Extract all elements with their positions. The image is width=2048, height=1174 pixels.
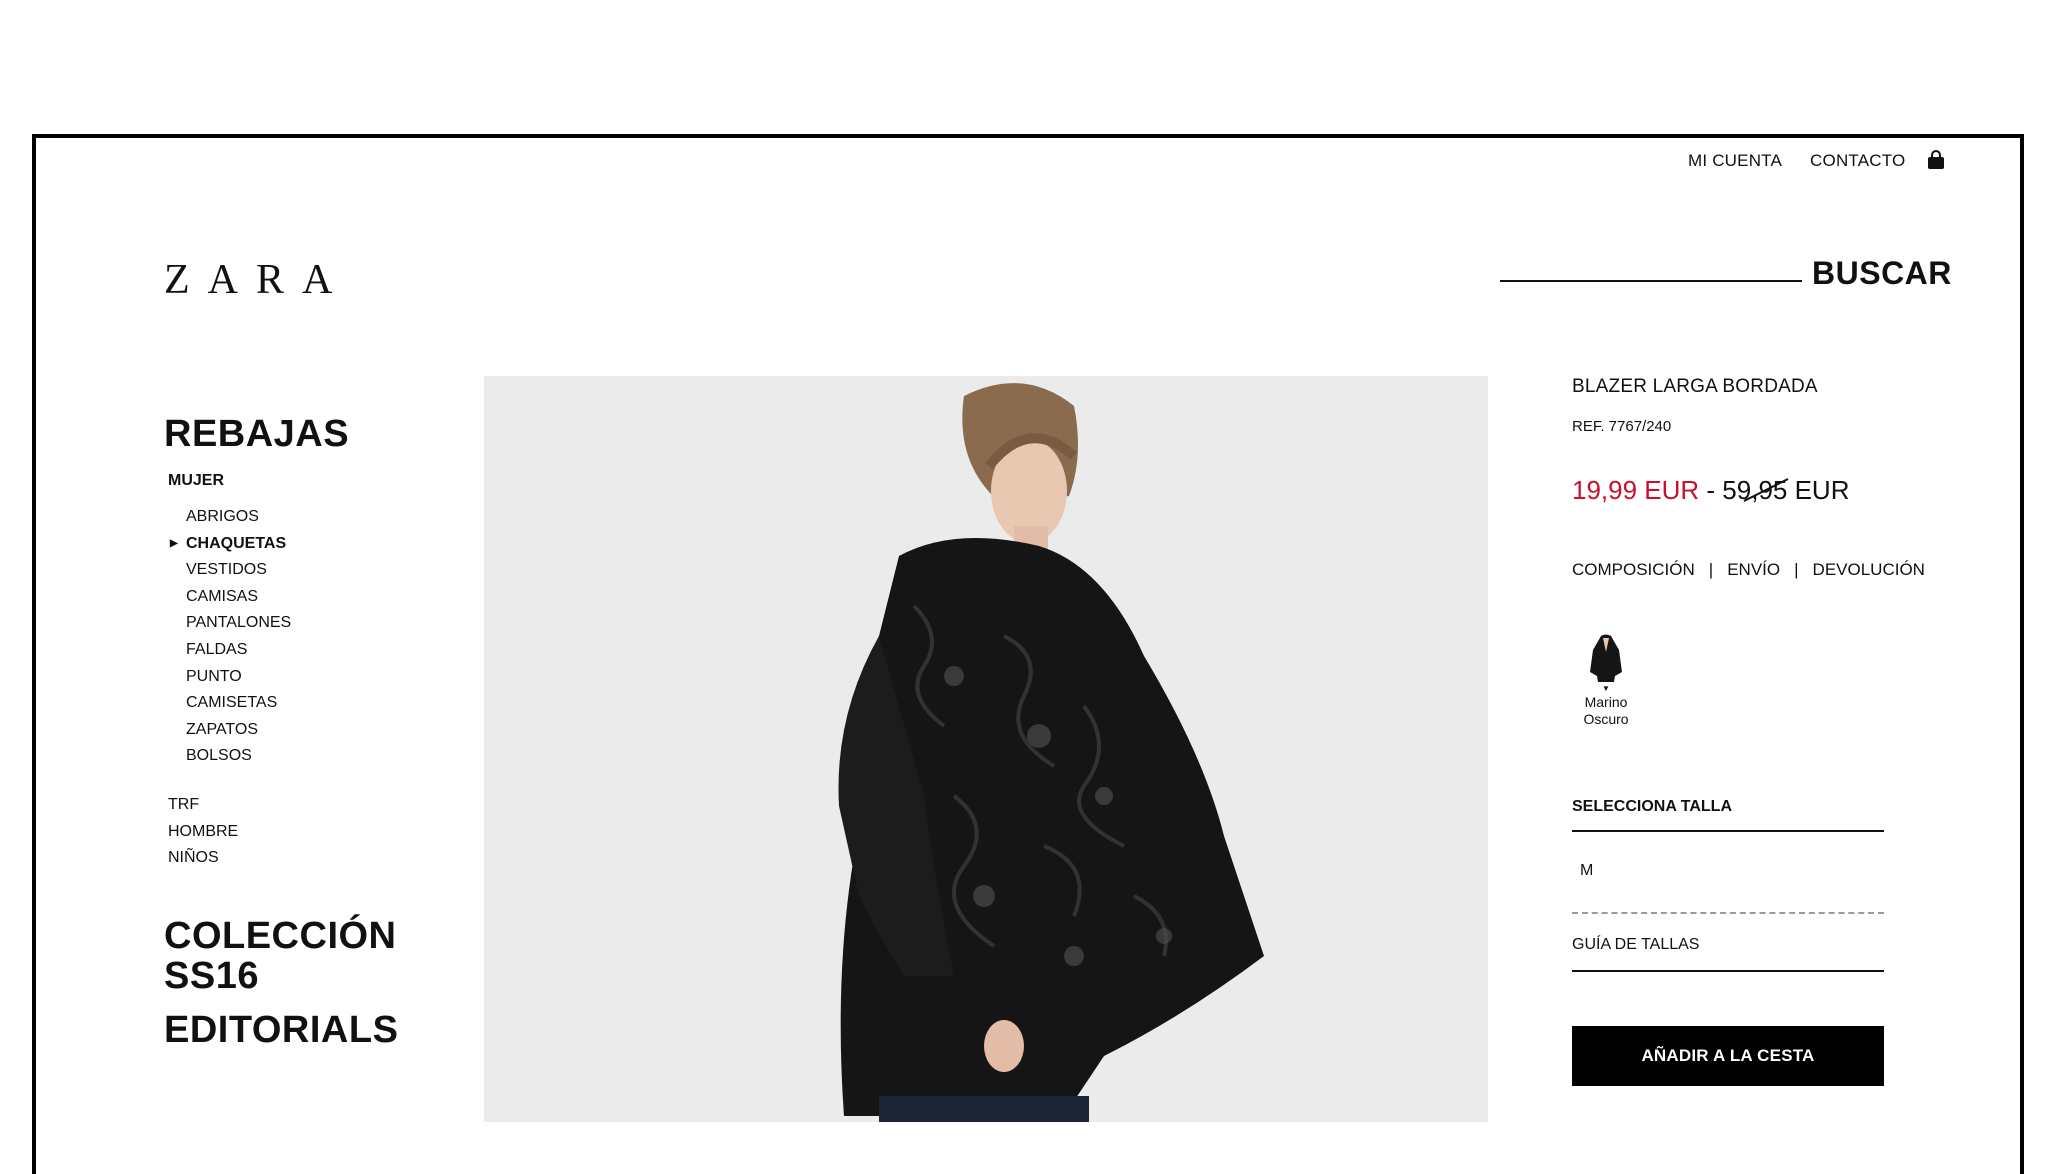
section-item-ninos[interactable]: NIÑOS xyxy=(168,845,464,872)
triangle-right-icon: ▶ xyxy=(170,537,178,549)
category-item-vestidos[interactable]: VESTIDOS xyxy=(186,557,464,584)
category-sidebar: REBAJAS MUJER ABRIGOS ▶ CHAQUETAS VESTIDO… xyxy=(164,414,464,1050)
zara-logo[interactable]: ZARA xyxy=(164,256,350,304)
collection-line-2: SS16 xyxy=(164,954,259,997)
category-item-abrigos[interactable]: ABRIGOS xyxy=(186,504,464,531)
product-detail-panel: BLAZER LARGA BORDADA REF. 7767/240 19,99… xyxy=(1572,376,1925,1086)
price-separator: - xyxy=(1699,475,1723,505)
add-to-cart-button[interactable]: AÑADIR A LA CESTA xyxy=(1572,1026,1884,1086)
top-nav: MI CUENTA CONTACTO xyxy=(1688,151,1905,171)
color-swatch[interactable]: ▼ Marino Oscuro xyxy=(1566,632,1646,728)
shopping-bag-icon[interactable] xyxy=(1926,150,1946,170)
info-links: COMPOSICIÓN | ENVÍO | DEVOLUCIÓN xyxy=(1572,560,1925,580)
category-item-chaquetas[interactable]: ▶ CHAQUETAS xyxy=(170,531,464,558)
size-option-m[interactable]: M xyxy=(1572,832,1884,914)
composition-link[interactable]: COMPOSICIÓN xyxy=(1572,560,1695,580)
category-item-faldas[interactable]: FALDAS xyxy=(186,637,464,664)
shipping-link[interactable]: ENVÍO xyxy=(1727,560,1780,580)
jacket-thumbnail-icon xyxy=(1590,634,1622,682)
category-list: ABRIGOS ▶ CHAQUETAS VESTIDOS CAMISAS PANT… xyxy=(164,504,464,770)
returns-link[interactable]: DEVOLUCIÓN xyxy=(1813,560,1925,580)
search-input[interactable] xyxy=(1500,280,1802,282)
size-select-title: SELECCIONA TALLA xyxy=(1572,798,1884,832)
sale-section-title[interactable]: REBAJAS xyxy=(164,414,464,454)
original-price: 59,95 EUR xyxy=(1722,475,1849,506)
product-reference: REF. 7767/240 xyxy=(1572,418,1672,435)
editorials-link[interactable]: EDITORIALS xyxy=(164,1010,464,1050)
product-name: BLAZER LARGA BORDADA xyxy=(1572,376,1818,397)
triangle-down-icon: ▼ xyxy=(1602,684,1610,693)
category-item-camisas[interactable]: CAMISAS xyxy=(186,584,464,611)
size-guide-link[interactable]: GUÍA DE TALLAS xyxy=(1572,936,1884,972)
category-item-pantalones[interactable]: PANTALONES xyxy=(186,610,464,637)
collection-link[interactable]: COLECCIÓN SS16 xyxy=(164,916,464,996)
category-item-label: CHAQUETAS xyxy=(186,534,287,552)
price-block: 19,99 EUR - 59,95 EUR xyxy=(1572,475,1892,506)
category-item-bolsos[interactable]: BOLSOS xyxy=(186,743,464,770)
category-item-camisetas[interactable]: CAMISETAS xyxy=(186,690,464,717)
women-group-label[interactable]: MUJER xyxy=(168,472,464,490)
section-item-trf[interactable]: TRF xyxy=(168,792,464,819)
category-item-zapatos[interactable]: ZAPATOS xyxy=(186,717,464,744)
my-account-link[interactable]: MI CUENTA xyxy=(1688,151,1782,171)
sale-price: 19,99 EUR xyxy=(1572,475,1700,505)
other-sections-list: TRF HOMBRE NIÑOS xyxy=(168,792,464,872)
collection-line-1: COLECCIÓN xyxy=(164,914,397,957)
product-image[interactable] xyxy=(484,376,1488,1122)
color-label-line-2: Oscuro xyxy=(1583,711,1629,727)
section-item-hombre[interactable]: HOMBRE xyxy=(168,819,464,846)
color-label-line-1: Marino xyxy=(1584,694,1628,710)
contact-link[interactable]: CONTACTO xyxy=(1810,151,1905,171)
search-button[interactable]: BUSCAR xyxy=(1812,255,1952,292)
link-separator: | xyxy=(1708,560,1714,579)
strikethrough-mark xyxy=(1743,478,1789,502)
category-item-punto[interactable]: PUNTO xyxy=(186,664,464,691)
link-separator: | xyxy=(1794,560,1799,579)
